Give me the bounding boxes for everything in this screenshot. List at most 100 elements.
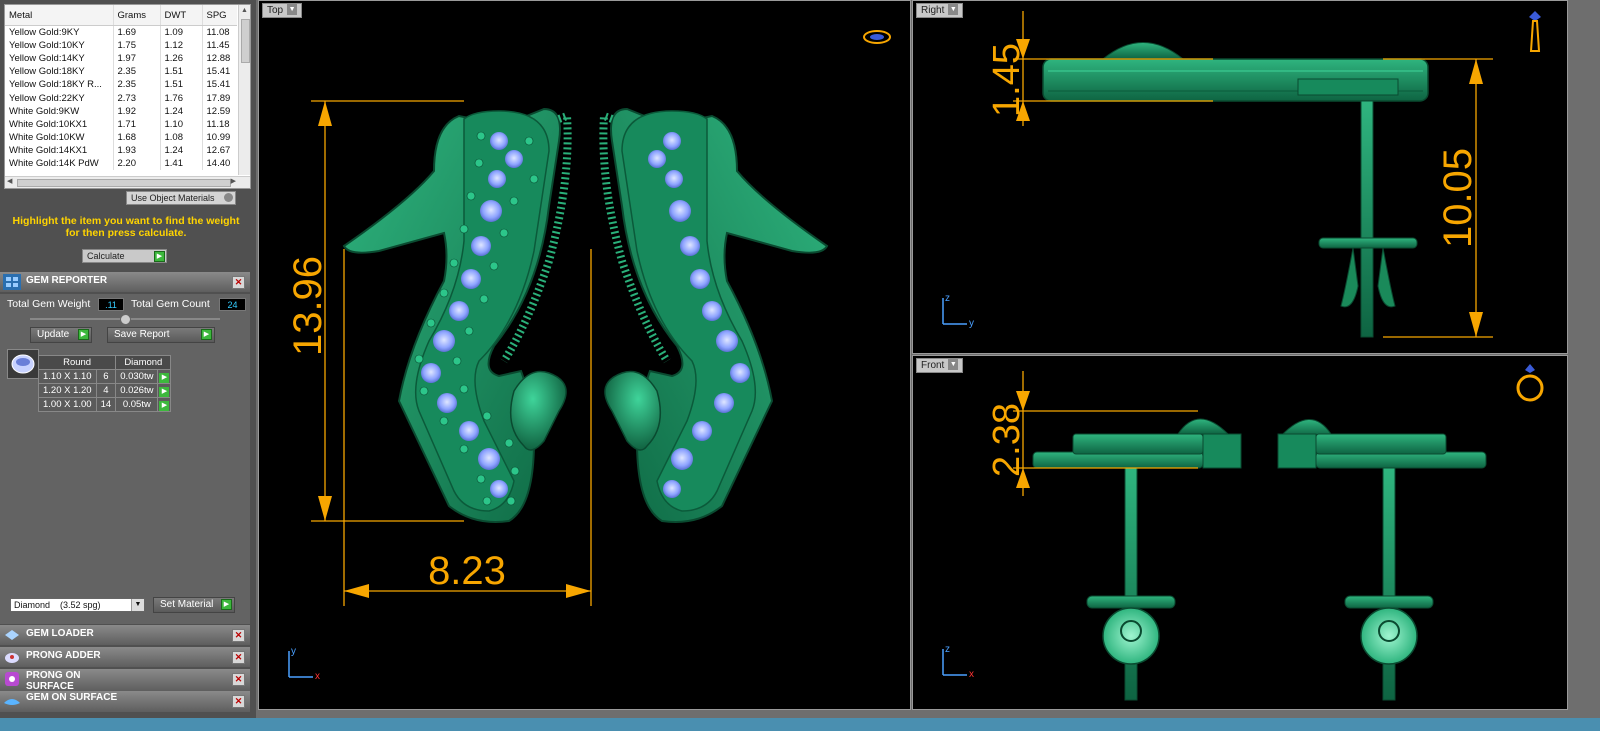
- update-button[interactable]: Update ▶: [30, 327, 92, 343]
- table-cell: White Gold:14K PdW: [9, 157, 99, 169]
- scroll-thumb[interactable]: [241, 19, 250, 63]
- scroll-thumb[interactable]: [17, 179, 231, 187]
- table-row[interactable]: White Gold:9KW 1.92 1.24 12.59: [5, 104, 237, 118]
- close-icon[interactable]: ✕: [232, 651, 245, 664]
- front-viewport[interactable]: Front ▼ 2.38 z x: [912, 355, 1568, 710]
- top-viewport[interactable]: Top ▼ 13.96 8.23 y x: [258, 0, 911, 710]
- gem-cell: 0.026tw: [115, 383, 159, 398]
- gem-row-go-button[interactable]: ▶: [157, 369, 172, 384]
- height-dimension-text: 13.96: [286, 256, 330, 356]
- table-cell: 12.88: [201, 52, 237, 66]
- table-cell: 1.24: [159, 104, 202, 118]
- table-cell: 14.40: [201, 156, 237, 171]
- gem-cell: 0.05tw: [115, 397, 159, 412]
- use-object-materials-checkbox[interactable]: Use Object Materials: [126, 191, 236, 205]
- table-cell: Yellow Gold:18KY: [9, 66, 85, 78]
- prong-on-surface-header[interactable]: PRONG ON SURFACE ✕: [0, 669, 250, 692]
- close-icon[interactable]: ✕: [232, 695, 245, 708]
- close-icon[interactable]: ✕: [232, 629, 245, 642]
- table-cell: Yellow Gold:18KY R...: [9, 79, 102, 91]
- right-viewport[interactable]: Right ▼ 1.45 10.05 z y: [912, 0, 1568, 354]
- save-report-button[interactable]: Save Report ▶: [107, 327, 215, 343]
- total-gem-count-label: Total Gem Count: [131, 298, 210, 310]
- column-header-spg[interactable]: SPG: [201, 5, 237, 26]
- left-panel: Metal Grams DWT SPG Yellow Gold:9KY 1.69 1…: [0, 0, 256, 731]
- gem-row[interactable]: 1.00 X 1.00 14 0.05tw ▶: [38, 397, 172, 412]
- table-cell: 1.09: [159, 25, 202, 40]
- orientation-gizmo[interactable]: [863, 30, 891, 44]
- save-report-label: Save Report: [114, 329, 170, 340]
- axis-label-z: z: [945, 644, 950, 655]
- table-row[interactable]: White Gold:10KW 1.68 1.08 10.99: [5, 130, 237, 144]
- axis-label-y: y: [291, 646, 296, 657]
- gem-cell: 1.10 X 1.10: [38, 369, 97, 384]
- front-earring-right: [1277, 419, 1487, 701]
- table-cell: 1.97: [112, 52, 160, 66]
- prong-adder-header[interactable]: PRONG ADDER ✕: [0, 647, 250, 667]
- table-cell: 1.69: [112, 25, 160, 40]
- table-cell: 1.24: [159, 143, 202, 157]
- table-row[interactable]: Yellow Gold:18KY R... 2.35 1.51 15.41: [5, 78, 237, 92]
- gem-reporter-header[interactable]: GEM REPORTER ✕: [0, 272, 250, 292]
- scroll-left-icon[interactable]: ◀: [7, 178, 12, 186]
- panel-title: GEM ON SURFACE: [26, 692, 118, 703]
- scroll-up-icon[interactable]: ▲: [241, 7, 248, 15]
- material-select[interactable]: Diamond (3.52 spg) ▼: [10, 598, 145, 612]
- table-cell: 1.08: [159, 130, 202, 144]
- column-header-grams[interactable]: Grams: [112, 5, 160, 26]
- table-cell: 15.41: [201, 78, 237, 92]
- earring-orientation-icon[interactable]: [1529, 11, 1541, 52]
- vertical-scrollbar[interactable]: ▲: [238, 5, 250, 175]
- gem-row[interactable]: 1.10 X 1.10 6 0.030tw ▶: [38, 369, 172, 384]
- table-row[interactable]: Yellow Gold:22KY 2.73 1.76 17.89: [5, 91, 237, 105]
- axis-label-y: y: [969, 318, 974, 329]
- play-icon: ▶: [78, 329, 89, 340]
- table-cell: 15.41: [201, 65, 237, 79]
- close-icon[interactable]: ✕: [232, 276, 245, 289]
- table-cell: 12.67: [201, 143, 237, 157]
- table-cell: White Gold:10KX1: [9, 118, 88, 130]
- table-row[interactable]: Yellow Gold:14KY 1.97 1.26 12.88: [5, 52, 237, 66]
- table-row[interactable]: White Gold:10KX1 1.71 1.10 11.18: [5, 117, 237, 131]
- front-view-drawing: 2.38 z x: [942, 364, 1544, 701]
- calculate-button[interactable]: Calculate ▶: [82, 249, 167, 263]
- gem-on-surface-header[interactable]: GEM ON SURFACE ✕: [0, 691, 250, 712]
- table-cell: 1.68: [112, 130, 160, 144]
- gem-list-table[interactable]: Round Diamond 1.10 X 1.10 6 0.030tw ▶ 1.20 X…: [37, 355, 172, 412]
- width-dimension-text: 8.23: [428, 549, 506, 593]
- table-cell: 1.51: [159, 65, 202, 79]
- table-row[interactable]: Yellow Gold:18KY 2.35 1.51 15.41: [5, 65, 237, 79]
- table-cell: Yellow Gold:9KY: [9, 27, 80, 39]
- gem-row-go-button[interactable]: ▶: [157, 397, 172, 412]
- gem-thumbnail[interactable]: [7, 349, 39, 379]
- set-material-button[interactable]: Set Material ▶: [153, 597, 235, 613]
- table-row[interactable]: White Gold:14K PdW 2.20 1.41 14.40: [5, 156, 237, 171]
- column-header-metal[interactable]: Metal: [5, 5, 113, 26]
- metal-weight-table[interactable]: Metal Grams DWT SPG Yellow Gold:9KY 1.69 1…: [4, 4, 251, 189]
- column-header-dwt[interactable]: DWT: [159, 5, 202, 26]
- table-cell: 2.20: [112, 156, 160, 171]
- table-row[interactable]: Yellow Gold:10KY 1.75 1.12 11.45: [5, 39, 237, 53]
- gem-row-go-button[interactable]: ▶: [157, 383, 172, 398]
- gem-table-header: Round Diamond: [37, 355, 172, 370]
- ring-orientation-icon[interactable]: [1516, 364, 1544, 402]
- table-row[interactable]: Yellow Gold:9KY 1.69 1.09 11.08: [5, 25, 237, 40]
- table-row[interactable]: White Gold:14KX1 1.93 1.24 12.67: [5, 143, 237, 157]
- table-cell: White Gold:9KW: [9, 105, 80, 117]
- table-cell: 1.41: [159, 156, 202, 171]
- axis-label-z: z: [945, 293, 950, 304]
- close-icon[interactable]: ✕: [232, 673, 245, 686]
- table-cell: 1.26: [159, 52, 202, 66]
- axis-indicator: z y: [942, 293, 974, 329]
- taskbar: [0, 718, 1600, 731]
- panel-title: PRONG ADDER: [26, 650, 101, 661]
- gem-loader-header[interactable]: GEM LOADER ✕: [0, 625, 250, 645]
- gem-loader-icon: [5, 630, 19, 640]
- gem-row[interactable]: 1.20 X 1.20 4 0.026tw ▶: [38, 383, 172, 398]
- scroll-right-icon[interactable]: ▶: [231, 178, 236, 186]
- gem-type-header: Diamond: [115, 355, 172, 370]
- horizontal-scrollbar[interactable]: ◀ ▶: [5, 176, 250, 188]
- small-height-text: 1.45: [986, 43, 1028, 117]
- right-view-drawing: 1.45 10.05 z y: [942, 11, 1541, 338]
- slider-handle[interactable]: [120, 314, 131, 325]
